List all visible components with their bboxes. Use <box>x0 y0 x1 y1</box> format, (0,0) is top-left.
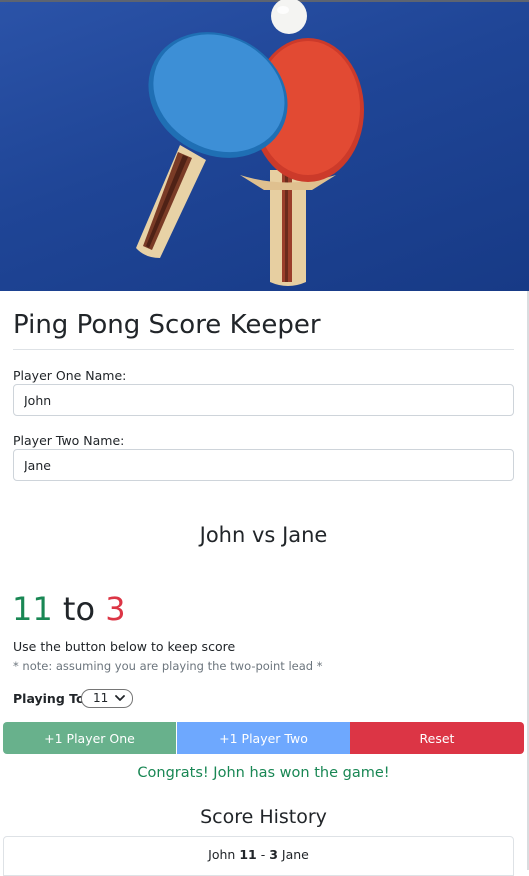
history-score-two: 3 <box>269 847 278 862</box>
title-divider <box>13 349 514 350</box>
playing-to-select[interactable]: 11 <box>81 689 133 708</box>
hero-image <box>0 0 529 291</box>
playing-to-label: Playing To <box>13 691 85 706</box>
player-one-name-input[interactable] <box>13 384 514 416</box>
matchup-player-two: Jane <box>282 523 328 547</box>
matchup-vs: vs <box>252 523 276 547</box>
list-item: John 11 - 3 Jane <box>4 847 513 862</box>
history-score-one: 11 <box>239 847 257 862</box>
score-history-title: Score History <box>200 806 327 828</box>
ball-icon <box>271 0 307 34</box>
score-separator: to <box>62 590 96 628</box>
player-two-name-input[interactable] <box>13 449 514 481</box>
player-one-label: Player One Name: <box>13 368 127 383</box>
playing-to-value: 11 <box>93 691 109 705</box>
ping-pong-paddles-illustration <box>136 0 364 286</box>
matchup-player-one: John <box>199 523 246 547</box>
chevron-down-icon <box>115 695 125 701</box>
add-point-player-one-button[interactable]: +1 Player One <box>3 722 176 754</box>
score-history-list: John 11 - 3 Jane <box>3 836 514 876</box>
two-point-lead-note: * note: assuming you are playing the two… <box>13 659 323 673</box>
player-one-score: 11 <box>12 590 53 628</box>
add-point-player-two-button[interactable]: +1 Player Two <box>177 722 350 754</box>
history-player-two: Jane <box>281 847 309 862</box>
matchup-heading: John vs Jane <box>0 523 527 547</box>
history-player-one: John <box>208 847 236 862</box>
player-two-score: 3 <box>105 590 126 628</box>
page-title: Ping Pong Score Keeper <box>13 310 321 340</box>
history-dash: - <box>260 847 266 862</box>
instruction-text: Use the button below to keep score <box>13 639 236 654</box>
score-display: 11 to 3 <box>12 590 126 628</box>
winner-message: Congrats! John has won the game! <box>137 765 390 781</box>
player-two-label: Player Two Name: <box>13 433 125 448</box>
reset-button[interactable]: Reset <box>350 722 524 754</box>
